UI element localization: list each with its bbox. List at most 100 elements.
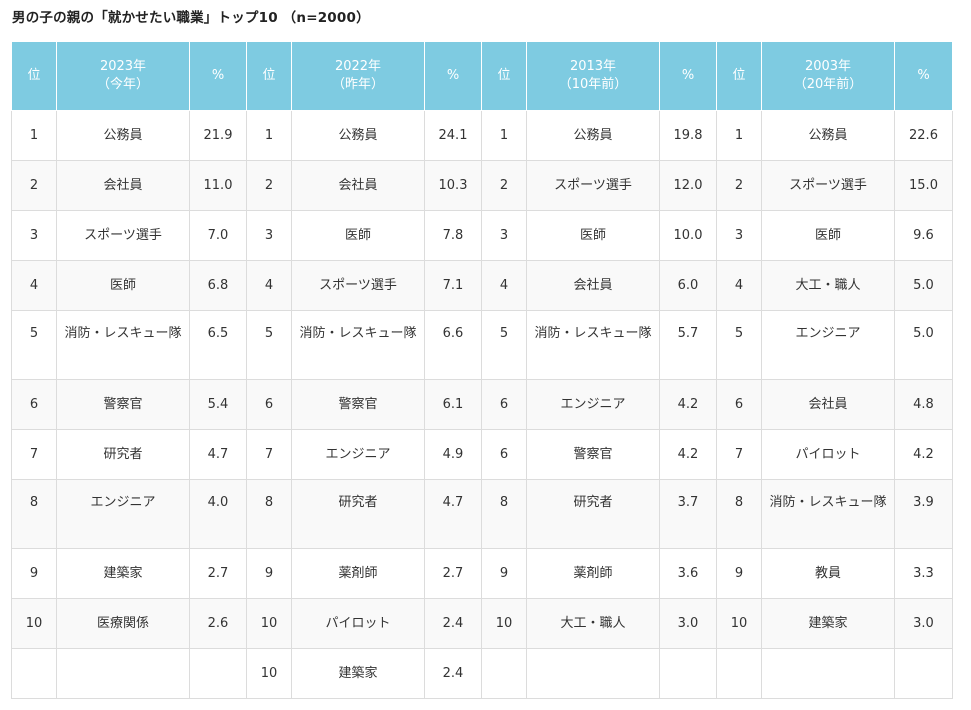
percent-cell: 6.8: [189, 260, 247, 311]
header-year-sub: （20年前）: [793, 77, 863, 92]
rank-cell: 9: [481, 548, 527, 599]
header-row: 位 2023年 （今年） % 位 2022年 （昨年） % 位 2013年 （10年前…: [11, 41, 953, 111]
header-year-label: 2023年: [99, 59, 147, 74]
percent-cell: 10.0: [659, 210, 717, 261]
percent-cell: 12.0: [659, 160, 717, 211]
job-cell: 薬剤師: [291, 548, 425, 599]
percent-cell: 10.3: [424, 160, 482, 211]
percent-cell: 5.7: [659, 310, 717, 380]
job-cell: [761, 648, 895, 699]
page-title: 男の子の親の「就かせたい職業」トップ10 （n=2000）: [12, 10, 370, 26]
table-row: 8 エンジニア 4.0 8 研究者 4.7 8 研究者 3.7 8 消防・レスキュー隊 3.9: [11, 479, 953, 549]
table-row: 10 医療関係 2.6 10 パイロット 2.4 10 大工・職人 3.0 10 建築家 3.0: [11, 598, 953, 649]
rank-cell: 7: [246, 429, 292, 480]
percent-cell: [659, 648, 717, 699]
rank-cell: 10: [716, 598, 762, 649]
job-cell: 公務員: [56, 110, 190, 161]
header-year-sub: （今年）: [96, 77, 149, 92]
job-cell: エンジニア: [56, 479, 190, 549]
percent-cell: 4.2: [894, 429, 953, 480]
rank-cell: 9: [246, 548, 292, 599]
percent-cell: 4.9: [424, 429, 482, 480]
job-cell: エンジニア: [291, 429, 425, 480]
rank-cell: 2: [246, 160, 292, 211]
rank-cell: 1: [481, 110, 527, 161]
job-cell: 大工・職人: [761, 260, 895, 311]
rank-cell: 4: [11, 260, 57, 311]
header-year-sub: （昨年）: [331, 77, 384, 92]
rank-cell: 4: [716, 260, 762, 311]
percent-cell: 7.1: [424, 260, 482, 311]
job-cell: 医師: [761, 210, 895, 261]
percent-cell: 2.7: [189, 548, 247, 599]
rank-cell: 5: [11, 310, 57, 380]
table-row: 2 会社員 11.0 2 会社員 10.3 2 スポーツ選手 12.0 2 スポーツ選手 15.0: [11, 160, 953, 211]
job-cell: パイロット: [291, 598, 425, 649]
table-row: 5 消防・レスキュー隊 6.5 5 消防・レスキュー隊 6.6 5 消防・レスキュー隊 5.7 5…: [11, 310, 953, 380]
percent-cell: 5.0: [894, 310, 953, 380]
job-cell: 会社員: [761, 379, 895, 430]
job-cell: 消防・レスキュー隊: [526, 310, 660, 380]
job-cell: エンジニア: [526, 379, 660, 430]
percent-cell: 3.7: [659, 479, 717, 549]
header-rank: 位: [246, 41, 292, 111]
job-cell: 消防・レスキュー隊: [761, 479, 895, 549]
percent-cell: 6.0: [659, 260, 717, 311]
job-cell: 公務員: [291, 110, 425, 161]
percent-cell: 6.5: [189, 310, 247, 380]
rank-cell: 8: [11, 479, 57, 549]
percent-cell: 6.6: [424, 310, 482, 380]
rank-cell: 3: [246, 210, 292, 261]
table-row: 1 公務員 21.9 1 公務員 24.1 1 公務員 19.8 1 公務員 22.6: [11, 110, 953, 161]
rank-cell: 8: [246, 479, 292, 549]
job-cell: 会社員: [526, 260, 660, 311]
rank-cell: 6: [481, 379, 527, 430]
job-cell: エンジニア: [761, 310, 895, 380]
percent-cell: 22.6: [894, 110, 953, 161]
percent-cell: 24.1: [424, 110, 482, 161]
job-cell: 研究者: [56, 429, 190, 480]
job-cell: 大工・職人: [526, 598, 660, 649]
rank-cell: 6: [11, 379, 57, 430]
rank-cell: 3: [481, 210, 527, 261]
job-cell: 警察官: [291, 379, 425, 430]
rank-cell: 6: [716, 379, 762, 430]
percent-cell: [189, 648, 247, 699]
rank-cell: 6: [481, 429, 527, 480]
percent-cell: 4.8: [894, 379, 953, 430]
header-year-sub: （10年前）: [558, 77, 628, 92]
rank-cell: 5: [246, 310, 292, 380]
job-cell: 建築家: [291, 648, 425, 699]
rank-cell: 5: [716, 310, 762, 380]
rank-cell: 10: [246, 598, 292, 649]
rank-cell: [11, 648, 57, 699]
rank-cell: 9: [716, 548, 762, 599]
percent-cell: 19.8: [659, 110, 717, 161]
percent-cell: 3.0: [894, 598, 953, 649]
percent-cell: 4.2: [659, 429, 717, 480]
job-cell: スポーツ選手: [56, 210, 190, 261]
rank-cell: 6: [246, 379, 292, 430]
job-cell: 建築家: [761, 598, 895, 649]
rank-cell: 8: [716, 479, 762, 549]
percent-cell: 9.6: [894, 210, 953, 261]
rank-cell: 7: [716, 429, 762, 480]
rank-cell: 10: [11, 598, 57, 649]
table-row: 10 建築家 2.4: [11, 648, 953, 699]
rank-cell: 3: [716, 210, 762, 261]
rank-cell: [716, 648, 762, 699]
percent-cell: [894, 648, 953, 699]
job-cell: 会社員: [291, 160, 425, 211]
header-rank: 位: [716, 41, 762, 111]
header-rank: 位: [11, 41, 57, 111]
percent-cell: 11.0: [189, 160, 247, 211]
header-pct: %: [894, 41, 953, 111]
percent-cell: 3.6: [659, 548, 717, 599]
header-year: 2013年 （10年前）: [526, 41, 660, 111]
rank-cell: 10: [481, 598, 527, 649]
percent-cell: 7.0: [189, 210, 247, 261]
job-cell: 消防・レスキュー隊: [56, 310, 190, 380]
percent-cell: 4.0: [189, 479, 247, 549]
table-row: 7 研究者 4.7 7 エンジニア 4.9 6 警察官 4.2 7 パイロット 4.2: [11, 429, 953, 480]
percent-cell: 4.7: [424, 479, 482, 549]
